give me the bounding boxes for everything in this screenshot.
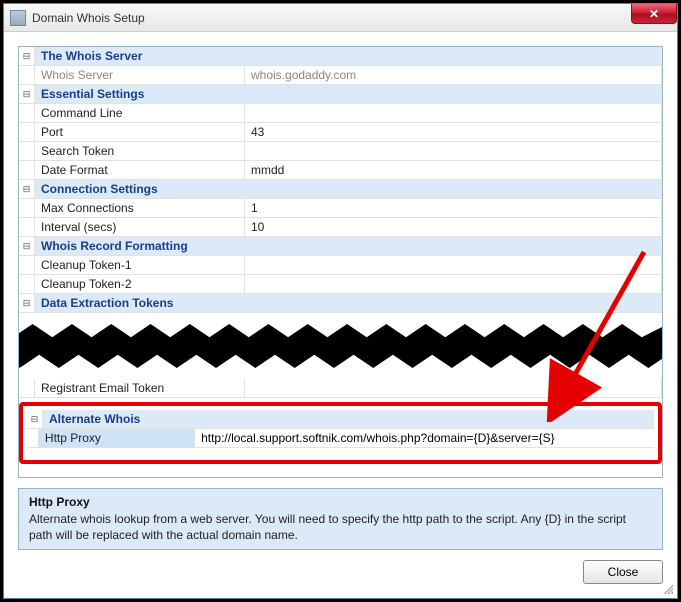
label-registrant-email-token: Registrant Email Token <box>35 379 245 397</box>
section-title: Connection Settings <box>35 180 662 198</box>
label-max-connections: Max Connections <box>35 199 245 217</box>
row-command-line[interactable]: Command Line <box>19 104 662 123</box>
label-search-token: Search Token <box>35 142 245 160</box>
button-row: Close <box>18 550 663 584</box>
label-cleanup-2: Cleanup Token-2 <box>35 275 245 293</box>
section-title: Whois Record Formatting <box>35 237 662 255</box>
resize-grip-icon[interactable] <box>661 582 673 594</box>
value-date-format[interactable]: mmdd <box>245 161 662 179</box>
row-registrant-email-token[interactable]: Registrant Email Token <box>19 379 662 398</box>
label-whois-server: Whois Server <box>35 66 245 84</box>
expander-icon[interactable]: ⊟ <box>19 237 35 255</box>
close-button[interactable]: Close <box>583 560 663 584</box>
window-close-button[interactable]: ✕ <box>631 4 677 24</box>
expander-icon[interactable]: ⊟ <box>19 47 35 65</box>
section-title: The Whois Server <box>35 47 662 65</box>
section-title: Essential Settings <box>35 85 662 103</box>
row-date-format[interactable]: Date Format mmdd <box>19 161 662 180</box>
zigzag-icon <box>18 324 663 368</box>
value-cleanup-2[interactable] <box>245 275 662 293</box>
row-whois-server[interactable]: Whois Server whois.godaddy.com <box>19 66 662 85</box>
value-search-token[interactable] <box>245 142 662 160</box>
section-title: Alternate Whois <box>43 410 654 428</box>
property-grid: ⊟ The Whois Server Whois Server whois.go… <box>18 46 663 478</box>
highlight-box: ⊟ Alternate Whois Http Proxy <box>19 402 662 464</box>
row-max-connections[interactable]: Max Connections 1 <box>19 199 662 218</box>
section-essential-settings[interactable]: ⊟ Essential Settings <box>19 85 662 104</box>
section-record-formatting[interactable]: ⊟ Whois Record Formatting <box>19 237 662 256</box>
truncation-indicator <box>19 312 662 380</box>
description-title: Http Proxy <box>29 495 652 509</box>
label-date-format: Date Format <box>35 161 245 179</box>
row-port[interactable]: Port 43 <box>19 123 662 142</box>
titlebar[interactable]: Domain Whois Setup ✕ <box>4 4 677 32</box>
value-registrant-email-token[interactable] <box>245 379 662 397</box>
value-cleanup-1[interactable] <box>245 256 662 274</box>
window-frame: Domain Whois Setup ✕ ⊟ The Whois Server … <box>3 3 678 599</box>
input-http-proxy[interactable] <box>195 429 654 447</box>
expander-icon[interactable]: ⊟ <box>19 85 35 103</box>
value-command-line[interactable] <box>245 104 662 122</box>
section-title: Data Extraction Tokens <box>35 294 662 312</box>
label-port: Port <box>35 123 245 141</box>
row-cleanup-1[interactable]: Cleanup Token-1 <box>19 256 662 275</box>
description-panel: Http Proxy Alternate whois lookup from a… <box>18 488 663 550</box>
expander-icon[interactable]: ⊟ <box>19 294 35 312</box>
close-icon: ✕ <box>649 7 659 21</box>
section-alternate-whois[interactable]: ⊟ Alternate Whois <box>27 410 654 429</box>
row-cleanup-2[interactable]: Cleanup Token-2 <box>19 275 662 294</box>
row-interval[interactable]: Interval (secs) 10 <box>19 218 662 237</box>
row-http-proxy[interactable]: Http Proxy <box>27 429 654 448</box>
row-search-token[interactable]: Search Token <box>19 142 662 161</box>
window-title: Domain Whois Setup <box>32 11 145 25</box>
value-port[interactable]: 43 <box>245 123 662 141</box>
value-whois-server[interactable]: whois.godaddy.com <box>245 66 662 84</box>
label-cleanup-1: Cleanup Token-1 <box>35 256 245 274</box>
section-data-extraction[interactable]: ⊟ Data Extraction Tokens <box>19 294 662 313</box>
section-connection-settings[interactable]: ⊟ Connection Settings <box>19 180 662 199</box>
value-interval[interactable]: 10 <box>245 218 662 236</box>
description-body: Alternate whois lookup from a web server… <box>29 511 652 543</box>
label-http-proxy: Http Proxy <box>39 429 195 447</box>
content-area: ⊟ The Whois Server Whois Server whois.go… <box>4 32 677 598</box>
label-interval: Interval (secs) <box>35 218 245 236</box>
value-max-connections[interactable]: 1 <box>245 199 662 217</box>
label-command-line: Command Line <box>35 104 245 122</box>
expander-spacer <box>19 66 35 84</box>
expander-icon[interactable]: ⊟ <box>27 410 43 428</box>
section-whois-server[interactable]: ⊟ The Whois Server <box>19 47 662 66</box>
app-icon <box>10 10 26 26</box>
expander-icon[interactable]: ⊟ <box>19 180 35 198</box>
